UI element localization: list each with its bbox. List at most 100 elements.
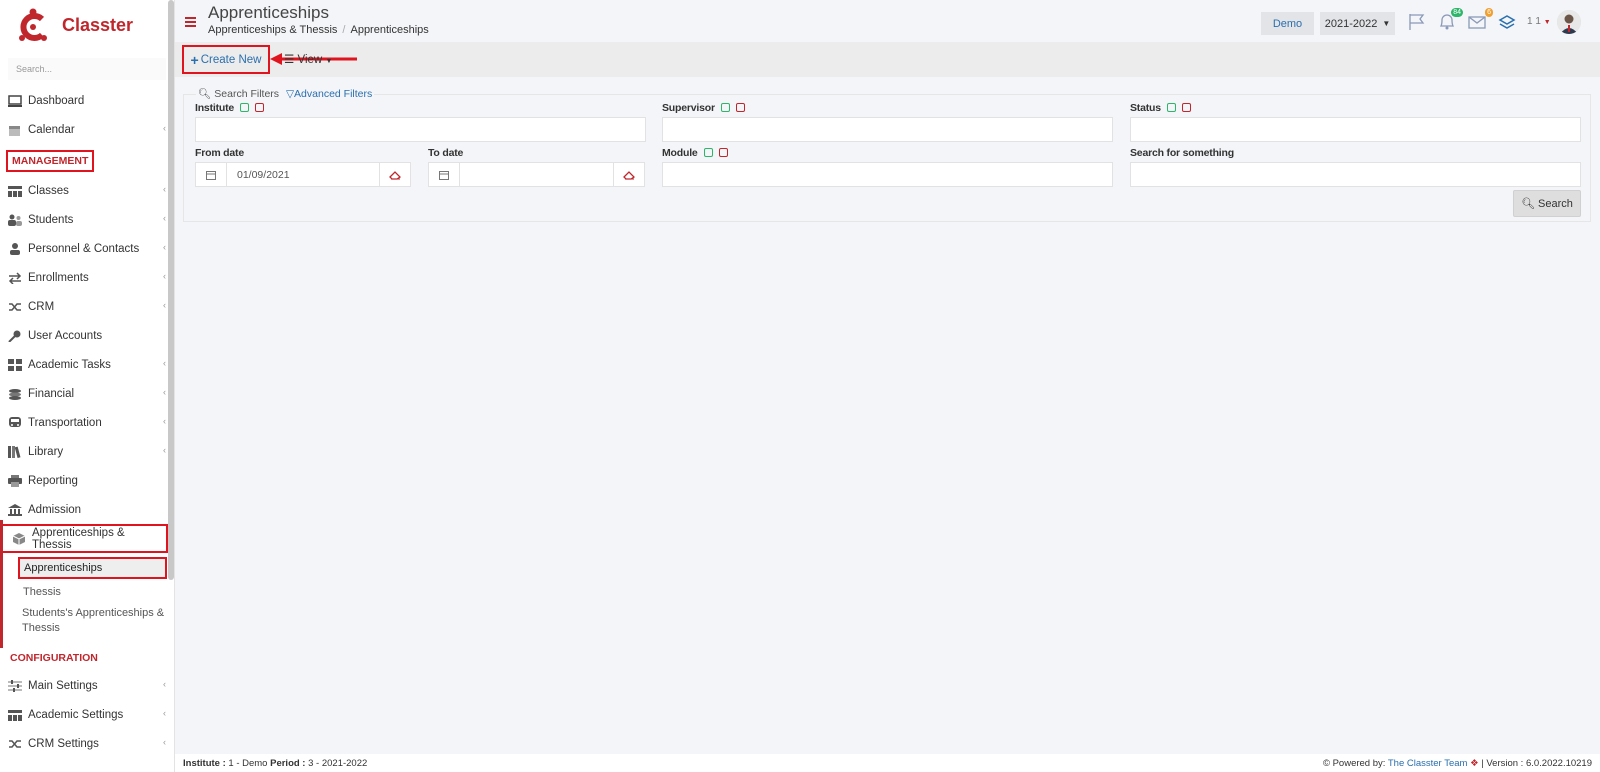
sidebar-item-label: User Accounts <box>28 329 103 342</box>
user-avatar[interactable] <box>1557 10 1581 34</box>
caret-down-icon: ▼ <box>1382 19 1391 28</box>
active-section-indicator <box>0 520 3 648</box>
footer-period-key: Period : <box>270 758 306 769</box>
sidebar-item-transportation[interactable]: Transportation ‹ <box>0 408 174 437</box>
select-all-check-icon[interactable] <box>240 103 250 112</box>
select-all-check-icon[interactable] <box>720 103 730 112</box>
eraser-icon[interactable] <box>379 163 410 186</box>
chevron-left-icon: ‹ <box>163 737 166 747</box>
sidebar-item-label: Transportation <box>28 416 102 429</box>
section-title-management: MANAGEMENT <box>6 150 95 172</box>
sidebar-item-reporting[interactable]: Reporting <box>0 466 174 495</box>
eraser-icon[interactable] <box>613 163 644 186</box>
sidebar-item-classes[interactable]: Classes ‹ <box>0 176 174 205</box>
user-menu-toggle[interactable]: 1 1 ▼ <box>1527 16 1551 27</box>
sidebar-item-label: Classes <box>28 184 69 197</box>
view-dropdown-button[interactable]: ☰ View ▼ <box>284 52 332 66</box>
classter-team-link[interactable]: The Classter Team <box>1388 758 1468 769</box>
sidebar-item-label: Dashboard <box>28 94 85 107</box>
mail-envelope-icon[interactable]: 6 <box>1467 8 1493 32</box>
sidebar-subitem-apprenticeships[interactable]: Apprenticeships <box>18 557 167 579</box>
sidebar-subitem-thessis[interactable]: Thessis <box>0 579 174 605</box>
search-button[interactable]: 🔍︎ Search <box>1513 190 1581 217</box>
layers-icon[interactable] <box>1497 12 1517 32</box>
calendar-icon[interactable] <box>196 163 227 186</box>
search-filters-panel <box>183 94 1591 222</box>
to-date-input[interactable] <box>428 162 645 187</box>
sidebar-subitem-students-apprenticeships[interactable]: Students's Apprenticeships & Thessis <box>0 605 165 637</box>
institute-selector-button[interactable]: Demo <box>1261 12 1314 35</box>
search-filters-label: Search Filters <box>214 88 280 100</box>
cube-icon <box>12 532 26 545</box>
bank-icon <box>8 503 22 516</box>
sidebar-item-library[interactable]: Library ‹ <box>0 437 174 466</box>
module-select[interactable] <box>662 162 1113 187</box>
sidebar-item-financial[interactable]: Financial ‹ <box>0 379 174 408</box>
brand-logo[interactable]: Classter <box>0 0 174 50</box>
sidebar-item-personnel[interactable]: Personnel & Contacts ‹ <box>0 234 174 263</box>
sidebar-item-main-settings[interactable]: Main Settings ‹ <box>0 671 174 700</box>
hamburger-menu-icon[interactable] <box>185 17 196 29</box>
calendar-icon[interactable] <box>429 163 460 186</box>
select-all-check-icon[interactable] <box>703 148 713 157</box>
from-date-value[interactable]: 01/09/2021 <box>227 169 379 181</box>
sidebar: Classter Search... Dashboard Calendar ‹ … <box>0 0 175 772</box>
create-new-button[interactable]: + Create New <box>182 45 270 74</box>
notifications-bell-icon[interactable]: 84 <box>1437 8 1463 32</box>
status-select[interactable] <box>1130 117 1581 142</box>
supervisor-select[interactable] <box>662 117 1113 142</box>
from-date-input[interactable]: 01/09/2021 <box>195 162 411 187</box>
deselect-all-icon[interactable] <box>735 103 745 112</box>
sidebar-item-dashboard[interactable]: Dashboard <box>0 86 174 115</box>
sidebar-item-academic-settings[interactable]: Academic Settings ‹ <box>0 700 174 729</box>
advanced-filters-link[interactable]: ▽Advanced Filters <box>286 88 372 100</box>
chevron-left-icon: ‹ <box>163 271 166 281</box>
toolbar: + Create New ☰ View ▼ <box>175 42 1600 77</box>
module-label-text: Module <box>662 147 698 159</box>
sidebar-item-students[interactable]: Students ‹ <box>0 205 174 234</box>
search-something-label: Search for something <box>1130 147 1234 159</box>
sidebar-item-label: Enrollments <box>28 271 89 284</box>
sidebar-item-user-accounts[interactable]: User Accounts <box>0 321 174 350</box>
sidebar-item-crm-settings[interactable]: CRM Settings ‹ <box>0 729 174 758</box>
sidebar-item-label: Library <box>28 445 64 458</box>
chevron-left-icon: ‹ <box>163 242 166 252</box>
sidebar-search-input[interactable]: Search... <box>8 58 166 80</box>
select-all-check-icon[interactable] <box>1166 103 1176 112</box>
chevron-left-icon: ‹ <box>163 416 166 426</box>
deselect-all-icon[interactable] <box>255 103 265 112</box>
breadcrumb-item[interactable]: Apprenticeships & Thessis <box>208 24 337 36</box>
sidebar-item-apprenticeships-thessis[interactable]: Apprenticeships & Thessis <box>0 524 168 553</box>
status-label-text: Status <box>1130 102 1161 114</box>
search-icon: 🔍︎ <box>198 88 212 100</box>
classter-small-logo-icon: ❖ <box>1470 758 1479 769</box>
sidebar-item-label: Apprenticeships & Thessis <box>32 526 125 551</box>
institute-select[interactable] <box>195 117 646 142</box>
caret-down-icon: ▼ <box>325 58 333 65</box>
advanced-filters-label: Advanced Filters <box>294 88 373 100</box>
grid-icon <box>8 358 22 371</box>
search-icon: 🔍︎ <box>1521 198 1536 210</box>
institute-filter-label: Institute <box>195 102 265 114</box>
deselect-all-icon[interactable] <box>1181 103 1191 112</box>
sidebar-item-enrollments[interactable]: Enrollments ‹ <box>0 263 174 292</box>
sidebar-item-admission[interactable]: Admission <box>0 495 174 524</box>
coins-icon <box>8 388 22 400</box>
notifications-count-badge: 84 <box>1451 8 1463 17</box>
version-label: | Version : 6.0.2022.10219 <box>1481 758 1592 769</box>
year-label: 2021-2022 <box>1324 17 1378 30</box>
sidebar-item-academic-tasks[interactable]: Academic Tasks ‹ <box>0 350 174 379</box>
search-something-input[interactable] <box>1130 162 1581 187</box>
deselect-all-icon[interactable] <box>718 148 728 157</box>
sidebar-scrollbar[interactable] <box>168 0 174 580</box>
supervisor-label-text: Supervisor <box>662 102 715 114</box>
top-header: Apprenticeships Apprenticeships & Thessi… <box>175 0 1600 42</box>
chevron-left-icon: ‹ <box>163 358 166 368</box>
page-title: Apprenticeships <box>208 3 329 22</box>
sidebar-item-crm[interactable]: CRM ‹ <box>0 292 174 321</box>
flag-icon[interactable] <box>1407 12 1427 32</box>
sidebar-item-calendar[interactable]: Calendar ‹ <box>0 115 174 144</box>
create-new-label: Create New <box>200 53 262 66</box>
sidebar-item-label: Academic Tasks <box>28 358 111 371</box>
year-selector-dropdown[interactable]: 2021-2022 ▼ <box>1320 12 1395 35</box>
